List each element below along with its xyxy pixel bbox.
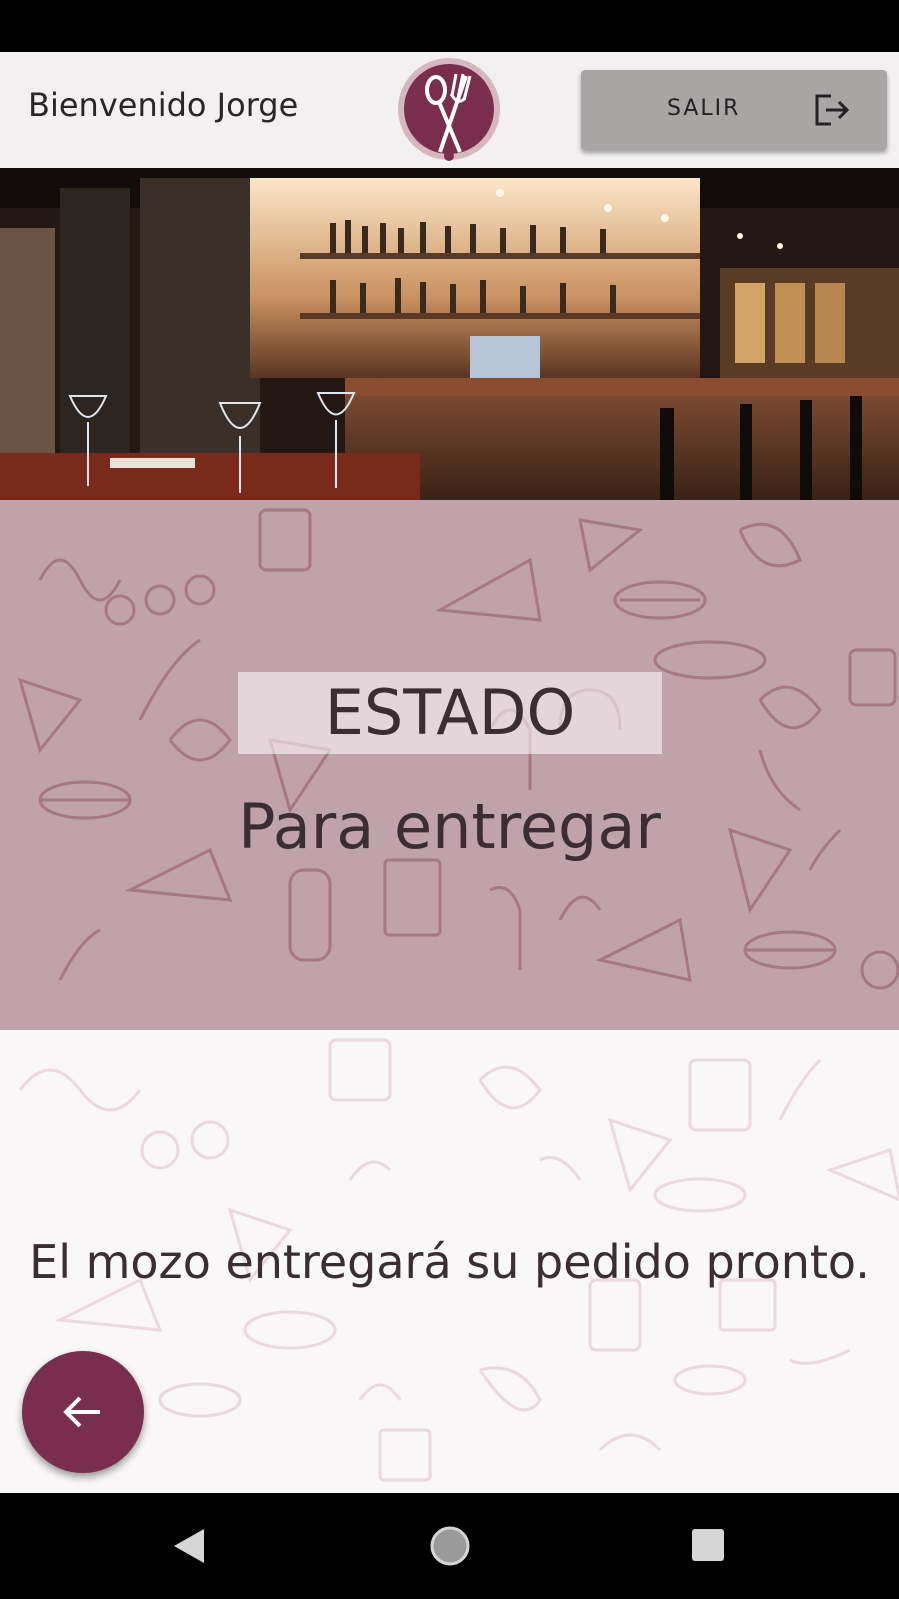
exit-button[interactable]: SALIR bbox=[581, 70, 887, 150]
status-label-box: ESTADO bbox=[238, 672, 662, 754]
restaurant-bar-photo bbox=[0, 168, 899, 500]
app-header: Bienvenido Jorge SALIR bbox=[0, 52, 899, 168]
food-pattern-background bbox=[17, 508, 899, 990]
welcome-text: Bienvenido Jorge bbox=[28, 86, 299, 124]
nav-back-icon[interactable] bbox=[172, 1527, 206, 1565]
nav-home-icon[interactable] bbox=[429, 1525, 471, 1567]
spoon-fork-logo-icon bbox=[398, 58, 500, 161]
order-message: El mozo entregará su pedido pronto. bbox=[29, 1235, 870, 1289]
exit-button-label: SALIR bbox=[667, 96, 741, 121]
nav-recents-icon[interactable] bbox=[692, 1529, 724, 1561]
status-value: Para entregar bbox=[238, 790, 661, 863]
status-label: ESTADO bbox=[324, 676, 576, 749]
back-fab-button[interactable] bbox=[22, 1351, 144, 1473]
system-status-bar bbox=[0, 0, 899, 52]
order-status-panel: ESTADO Para entregar bbox=[0, 500, 899, 1030]
logout-icon bbox=[815, 94, 850, 126]
system-navigation-bar bbox=[0, 1493, 899, 1599]
restaurant-banner-image bbox=[0, 168, 899, 500]
arrow-left-icon bbox=[63, 1396, 100, 1428]
